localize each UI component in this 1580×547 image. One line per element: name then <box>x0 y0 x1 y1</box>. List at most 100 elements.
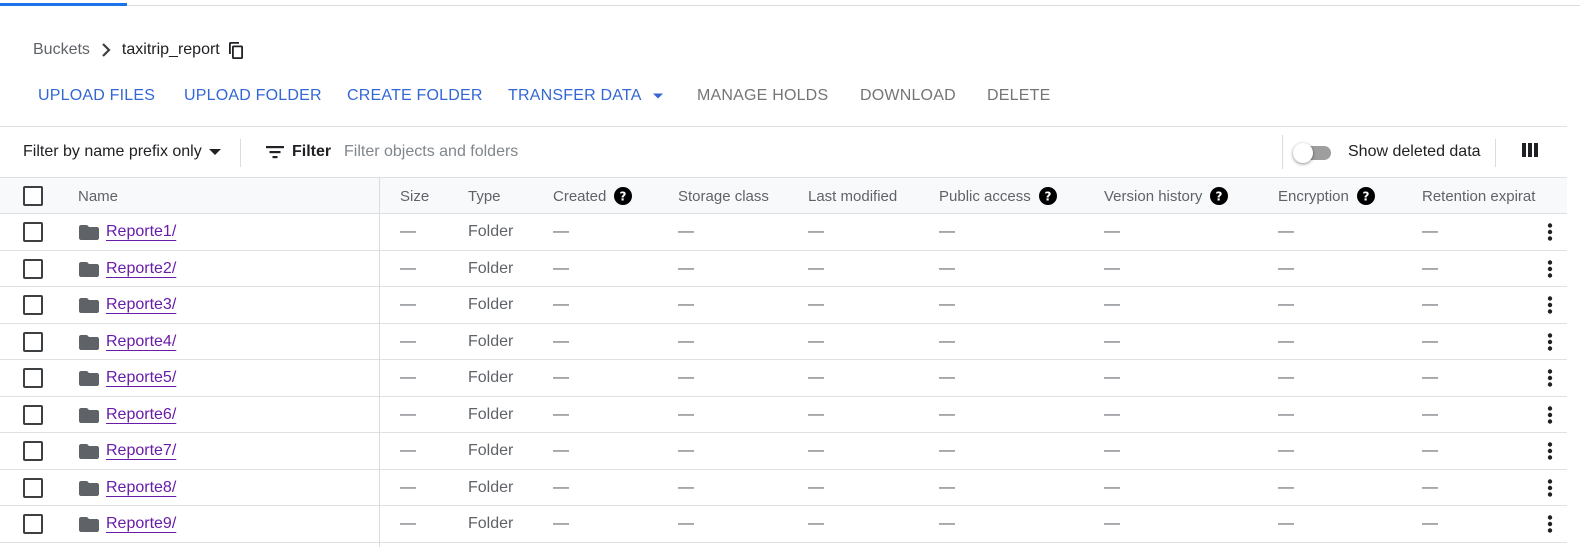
row-checkbox[interactable] <box>23 368 43 388</box>
folder-name-link[interactable]: Reporte5/ <box>106 360 176 396</box>
upload-folder-button[interactable]: UPLOAD FOLDER <box>184 80 322 112</box>
help-icon[interactable]: ? <box>1038 187 1057 205</box>
column-header-name[interactable]: Name <box>78 178 118 214</box>
column-header-size[interactable]: Size <box>400 178 429 214</box>
cell-last-modified: — <box>808 442 824 459</box>
cell-type: Folder <box>468 478 514 496</box>
action-toolbar: UPLOAD FILES UPLOAD FOLDER CREATE FOLDER… <box>0 80 1580 112</box>
arrow-drop-down-icon <box>208 143 222 161</box>
upload-files-button[interactable]: UPLOAD FILES <box>38 80 155 112</box>
delete-button[interactable]: DELETE <box>987 80 1050 112</box>
table-row[interactable]: Reporte4/ — Folder — — — — — — — <box>0 324 1567 360</box>
column-header-version-history[interactable]: Version history ? <box>1104 178 1229 214</box>
cell-last-modified: — <box>808 223 824 240</box>
cell-type: Folder <box>468 259 514 277</box>
cell-type: Folder <box>468 223 514 240</box>
cell-type: Folder <box>468 369 514 386</box>
cell-retention-expiration: — <box>1422 478 1438 496</box>
more-vert-icon[interactable] <box>1540 332 1560 352</box>
row-checkbox[interactable] <box>23 331 43 352</box>
folder-name-link[interactable]: Reporte8/ <box>106 470 176 506</box>
create-folder-button[interactable]: CREATE FOLDER <box>347 80 483 112</box>
cell-version-history: — <box>1104 259 1120 277</box>
table-row[interactable]: Reporte1/ — Folder — — — — — — — <box>0 214 1567 251</box>
folder-name-link[interactable]: Reporte6/ <box>106 397 176 433</box>
row-checkbox[interactable] <box>23 477 43 498</box>
row-checkbox[interactable] <box>23 222 43 242</box>
folder-icon <box>79 333 99 351</box>
row-checkbox[interactable] <box>23 258 43 279</box>
filter-bar: Filter by name prefix only Filter Show d… <box>0 126 1567 178</box>
folder-name-link[interactable]: Reporte7/ <box>106 433 176 469</box>
table-header: Name Size Type Created ? Storage class L… <box>0 177 1567 214</box>
more-vert-icon[interactable] <box>1540 222 1560 242</box>
copy-icon[interactable] <box>228 40 246 60</box>
cell-storage-class: — <box>678 296 694 313</box>
column-header-created[interactable]: Created ? <box>553 178 633 214</box>
folder-name-link[interactable]: Reporte2/ <box>106 251 176 287</box>
folder-name-link[interactable]: Reporte4/ <box>106 324 176 360</box>
more-vert-icon[interactable] <box>1540 295 1560 315</box>
folder-icon <box>79 442 99 460</box>
view-column-icon[interactable] <box>1521 142 1541 162</box>
toggle-thumb <box>1293 143 1313 163</box>
row-checkbox[interactable] <box>23 514 43 534</box>
cell-retention-expiration: — <box>1422 442 1438 459</box>
filter-mode-select[interactable]: Filter by name prefix only <box>23 127 222 177</box>
column-header-type[interactable]: Type <box>468 178 501 214</box>
help-icon[interactable]: ? <box>614 187 633 205</box>
cell-public-access: — <box>939 478 955 496</box>
cell-version-history: — <box>1104 223 1120 240</box>
table-row[interactable]: Reporte5/ — Folder — — — — — — — <box>0 360 1567 397</box>
more-vert-icon[interactable] <box>1540 441 1560 461</box>
more-vert-icon[interactable] <box>1540 514 1560 534</box>
cell-last-modified: — <box>808 259 824 277</box>
show-deleted-toggle[interactable] <box>1293 143 1337 163</box>
cell-version-history: — <box>1104 405 1120 423</box>
row-checkbox[interactable] <box>23 441 43 461</box>
column-header-last-modified[interactable]: Last modified <box>808 178 897 214</box>
table-row[interactable]: Reporte6/ — Folder — — — — — — — <box>0 397 1567 433</box>
column-header-version-history-label: Version history <box>1104 187 1203 205</box>
column-header-encryption[interactable]: Encryption ? <box>1278 178 1375 214</box>
breadcrumb-buckets-link[interactable]: Buckets <box>33 41 90 59</box>
cell-created: — <box>553 515 569 532</box>
column-header-retention-expiration[interactable]: Retention expirat <box>1422 178 1540 214</box>
filter-button[interactable]: Filter <box>266 127 331 177</box>
cell-public-access: — <box>939 259 955 277</box>
cell-storage-class: — <box>678 405 694 423</box>
row-checkbox[interactable] <box>23 295 43 315</box>
download-button[interactable]: DOWNLOAD <box>860 80 956 112</box>
more-vert-icon[interactable] <box>1540 368 1560 388</box>
table-row[interactable]: Reporte8/ — Folder — — — — — — — <box>0 470 1567 506</box>
column-divider <box>379 177 380 547</box>
more-vert-icon[interactable] <box>1540 259 1560 279</box>
table-row[interactable]: Reporte7/ — Folder — — — — — — — <box>0 433 1567 470</box>
filter-input[interactable] <box>344 140 944 164</box>
folder-name-link[interactable]: Reporte9/ <box>106 506 176 542</box>
cell-retention-expiration: — <box>1422 223 1438 240</box>
cell-public-access: — <box>939 296 955 313</box>
manage-holds-button[interactable]: MANAGE HOLDS <box>697 80 828 112</box>
column-header-storage-class[interactable]: Storage class <box>678 178 769 214</box>
table-row[interactable]: Reporte3/ — Folder — — — — — — — <box>0 287 1567 324</box>
select-all-checkbox[interactable] <box>23 186 43 206</box>
cell-size: — <box>400 332 416 350</box>
help-icon[interactable]: ? <box>1210 187 1229 205</box>
help-icon[interactable]: ? <box>1356 187 1375 205</box>
cell-retention-expiration: — <box>1422 332 1438 350</box>
transfer-data-button[interactable]: TRANSFER DATA <box>508 80 664 112</box>
folder-icon <box>79 515 99 533</box>
column-header-public-access[interactable]: Public access ? <box>939 178 1057 214</box>
table-row[interactable]: Reporte9/ — Folder — — — — — — — <box>0 506 1567 543</box>
folder-name-link[interactable]: Reporte1/ <box>106 214 176 250</box>
cell-encryption: — <box>1278 259 1294 277</box>
cell-version-history: — <box>1104 442 1120 459</box>
cell-size: — <box>400 259 416 277</box>
row-checkbox[interactable] <box>23 404 43 425</box>
more-vert-icon[interactable] <box>1540 478 1560 498</box>
more-vert-icon[interactable] <box>1540 405 1560 425</box>
table-row[interactable]: Reporte2/ — Folder — — — — — — — <box>0 251 1567 287</box>
cell-created: — <box>553 332 569 350</box>
folder-name-link[interactable]: Reporte3/ <box>106 287 176 323</box>
